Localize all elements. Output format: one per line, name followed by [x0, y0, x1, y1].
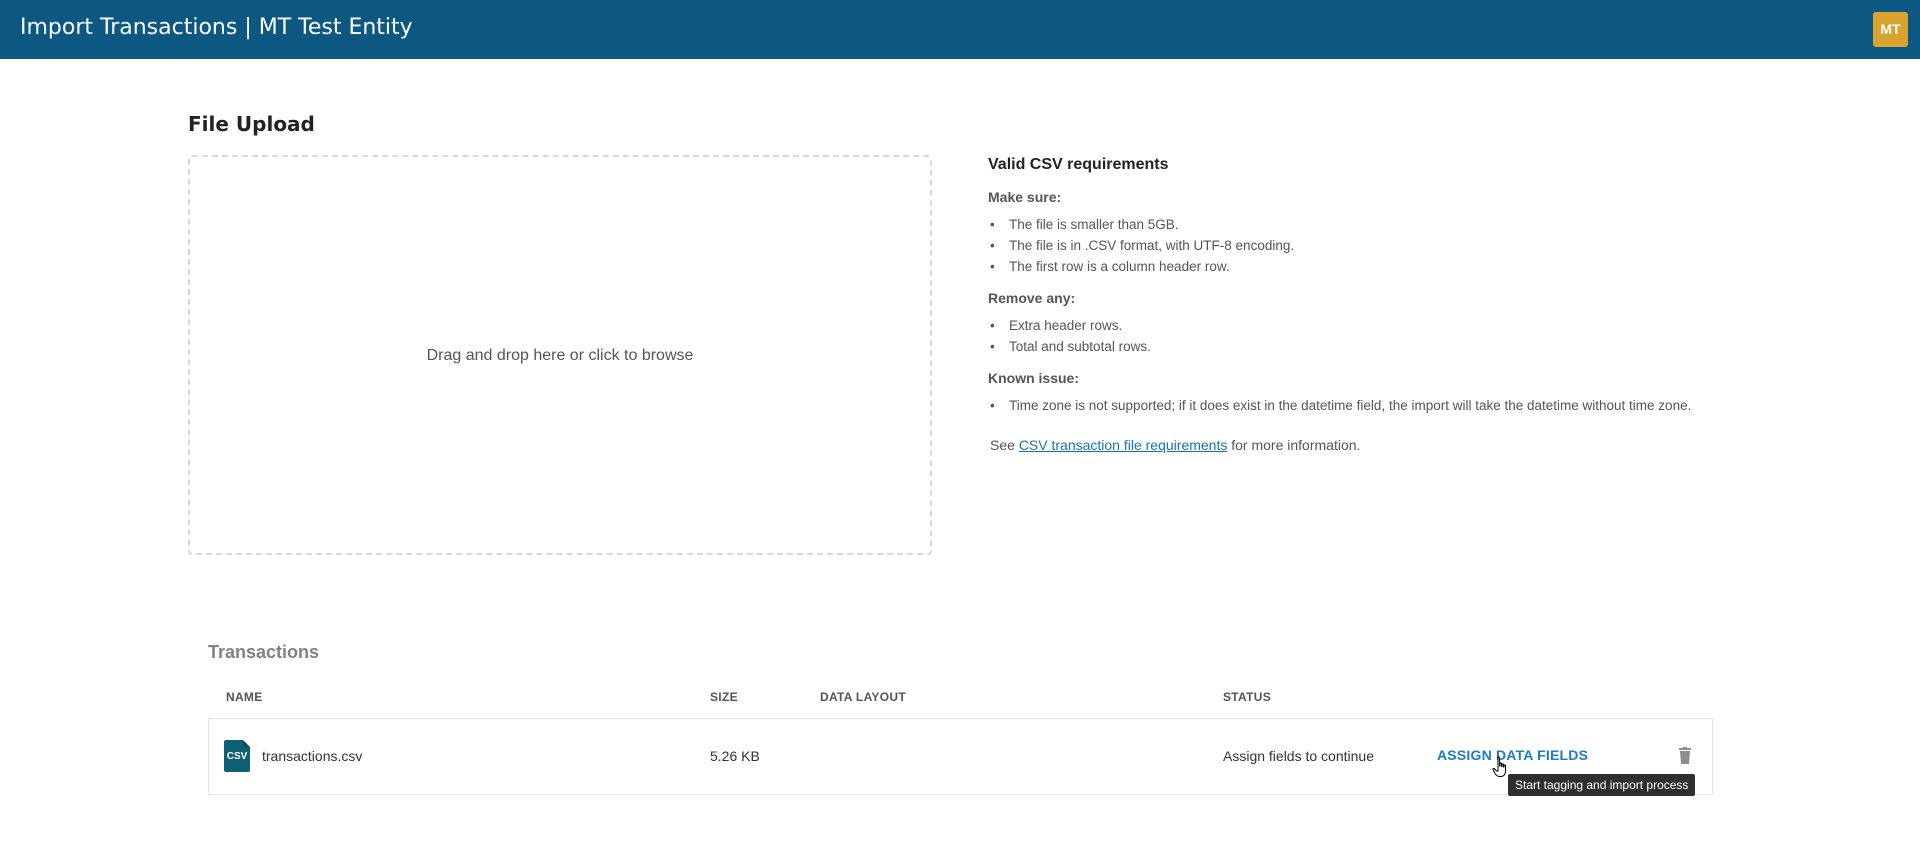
list-item: The file is in .CSV format, with UTF-8 e…	[988, 235, 1768, 256]
file-dropzone[interactable]: Drag and drop here or click to browse	[188, 155, 932, 555]
remove-any-list: Extra header rows. Total and subtotal ro…	[988, 315, 1768, 357]
see-more-text: See CSV transaction file requirements fo…	[988, 437, 1768, 453]
file-upload-heading: File Upload	[188, 112, 315, 136]
list-item: Total and subtotal rows.	[988, 336, 1768, 357]
csv-requirements-link[interactable]: CSV transaction file requirements	[1019, 437, 1228, 453]
list-item: Extra header rows.	[988, 315, 1768, 336]
make-sure-label: Make sure:	[988, 189, 1062, 205]
column-header-status: STATUS	[1223, 690, 1272, 704]
file-size: 5.26 KB	[710, 748, 760, 764]
make-sure-list: The file is smaller than 5GB. The file i…	[988, 214, 1768, 277]
see-suffix: for more information.	[1231, 437, 1361, 453]
see-prefix: See	[990, 437, 1015, 453]
table-row: CSV transactions.csv 5.26 KB Assign fiel…	[208, 718, 1713, 795]
trash-icon[interactable]	[1677, 747, 1693, 765]
transactions-heading: Transactions	[208, 642, 320, 662]
assign-tooltip: Start tagging and import process	[1508, 774, 1696, 796]
dropzone-label: Drag and drop here or click to browse	[426, 347, 694, 364]
list-item: The first row is a column header row.	[988, 256, 1768, 277]
csv-requirements-panel: Valid CSV requirements Make sure: The fi…	[988, 156, 1768, 453]
column-header-name: NAME	[226, 690, 263, 704]
assign-data-fields-button[interactable]: ASSIGN DATA FIELDS	[1437, 747, 1588, 763]
remove-any-label: Remove any:	[988, 290, 1076, 306]
top-bar: Import Transactions | MT Test Entity MT	[0, 0, 1920, 59]
user-avatar[interactable]: MT	[1873, 12, 1908, 47]
list-item: Time zone is not supported; if it does e…	[988, 395, 1768, 416]
column-header-size: SIZE	[710, 690, 738, 704]
column-header-data-layout: DATA LAYOUT	[820, 690, 906, 704]
known-issue-list: Time zone is not supported; if it does e…	[988, 395, 1768, 416]
list-item: The file is smaller than 5GB.	[988, 214, 1768, 235]
page-title: Import Transactions | MT Test Entity	[20, 15, 413, 40]
requirements-title: Valid CSV requirements	[988, 156, 1169, 173]
status-text: Assign fields to continue	[1223, 748, 1374, 764]
file-name: transactions.csv	[262, 748, 363, 764]
csv-file-icon: CSV	[224, 740, 250, 772]
known-issue-label: Known issue:	[988, 370, 1080, 386]
